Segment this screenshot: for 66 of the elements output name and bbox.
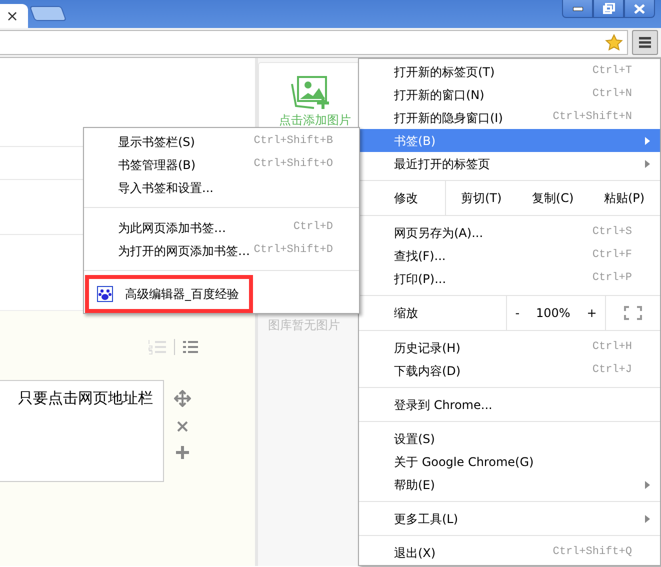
menu-item[interactable]: 导入书签和设置...: [84, 176, 359, 199]
menu-item[interactable]: 下载内容(D) Ctrl+J: [359, 359, 660, 382]
upload-label: 点击添加图片: [279, 112, 351, 129]
shortcut-text: Ctrl+H: [592, 340, 632, 356]
shortcut-text: Ctrl+P: [592, 271, 632, 286]
menu-item[interactable]: 打印(P)... Ctrl+P: [359, 267, 660, 290]
close-icon[interactable]: [177, 421, 188, 432]
menu-item[interactable]: 退出(X) Ctrl+Shift+Q: [359, 541, 660, 564]
shortcut-text: Ctrl+Shift+N: [552, 110, 632, 126]
editor-text-box[interactable]: 只要点击网页地址栏: [0, 380, 164, 482]
shortcut-text: Ctrl+Shift+Q: [552, 545, 632, 560]
menu-button[interactable]: 剪切(T): [446, 181, 518, 215]
shortcut-text: Ctrl+T: [592, 64, 632, 80]
minimize-button[interactable]: [562, 0, 593, 18]
bookmark-item[interactable]: 高级编辑器_百度经验: [89, 279, 249, 309]
menu-item[interactable]: 关于 Google Chrome(G): [359, 450, 660, 473]
move-icon[interactable]: [174, 390, 191, 407]
paw-icon: [97, 286, 113, 302]
shortcut-text: Ctrl+F: [592, 248, 632, 264]
menu-item[interactable]: 历史记录(H) Ctrl+H: [359, 336, 660, 359]
menu-item[interactable]: 更多工具(L): [359, 507, 660, 530]
menu-item[interactable]: 设置(S): [359, 427, 660, 450]
add-icon[interactable]: [176, 446, 189, 459]
new-tab-button[interactable]: [29, 6, 67, 21]
menu-item[interactable]: 网页另存为(A)... Ctrl+S: [359, 221, 660, 244]
submenu-arrow-icon: [645, 515, 650, 523]
menu-item[interactable]: 最近打开的标签页: [359, 152, 660, 175]
menu-button[interactable]: 粘贴(P): [588, 181, 660, 215]
menu-item[interactable]: 打开新的窗口(N) Ctrl+N: [359, 83, 660, 106]
star-icon[interactable]: [605, 34, 623, 51]
close-icon: [634, 4, 645, 14]
tab-close-button[interactable]: ×: [0, 4, 28, 28]
shortcut-text: Ctrl+Shift+D: [254, 243, 333, 258]
bullet-list-icon[interactable]: [183, 340, 198, 354]
submenu-arrow-icon: [645, 137, 650, 145]
zoom-in-button[interactable]: +: [586, 304, 597, 322]
zoom-value: 100%: [536, 305, 570, 322]
menu-item[interactable]: 为打开的网页添加书签… Ctrl+Shift+D: [84, 239, 359, 262]
shortcut-text: Ctrl+Shift+B: [254, 134, 333, 150]
menu-item[interactable]: 帮助(E): [359, 473, 660, 496]
menu-item[interactable]: 登录到 Chrome...: [359, 393, 660, 416]
menu-item[interactable]: 书签管理器(B) Ctrl+Shift+O: [84, 153, 359, 176]
menu-item[interactable]: 打开新的隐身窗口(I) Ctrl+Shift+N: [359, 106, 660, 129]
submenu-arrow-icon: [645, 481, 650, 489]
shortcut-text: Ctrl+Shift+O: [254, 157, 333, 172]
menu-item[interactable]: 打开新的标签页(T) Ctrl+T: [359, 60, 660, 83]
close-button[interactable]: [624, 0, 655, 18]
empty-gallery-text: 图库暂无图片: [268, 317, 340, 334]
submenu-arrow-icon: [645, 160, 650, 168]
fullscreen-icon: [624, 306, 642, 320]
minimize-icon: [572, 6, 582, 10]
shortcut-text: Ctrl+D: [293, 220, 333, 236]
shortcut-text: Ctrl+J: [592, 363, 632, 378]
menu-icon: [639, 37, 651, 48]
menu-item[interactable]: 为此网页添加书签… Ctrl+D: [84, 216, 359, 239]
menu-item[interactable]: 书签(B): [359, 129, 660, 152]
zoom-out-button[interactable]: -: [515, 304, 520, 322]
restore-button[interactable]: [593, 0, 624, 18]
shortcut-text: Ctrl+S: [592, 225, 632, 240]
menu-item[interactable]: 查找(F)... Ctrl+F: [359, 244, 660, 267]
add-image-icon: [289, 75, 329, 111]
restore-icon: [602, 3, 614, 14]
menu-button[interactable]: [632, 30, 658, 55]
shortcut-text: Ctrl+N: [592, 87, 632, 102]
menu-item[interactable]: 显示书签栏(S) Ctrl+Shift+B: [84, 130, 359, 153]
menu-button[interactable]: 复制(C): [517, 181, 589, 215]
